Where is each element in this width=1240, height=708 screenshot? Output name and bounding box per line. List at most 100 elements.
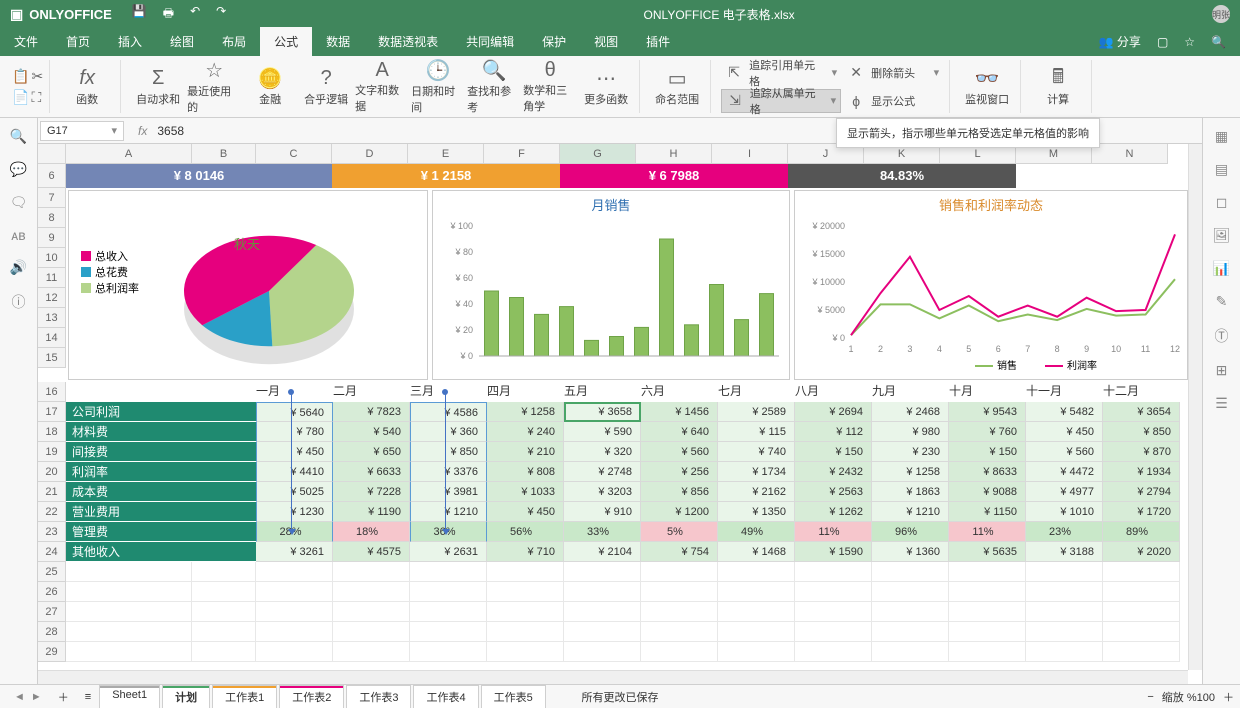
data-cell[interactable]: ¥ 1863 bbox=[872, 482, 949, 502]
about-icon[interactable]: ⓘ bbox=[12, 292, 26, 312]
sheet-tab-计划[interactable]: 计划 bbox=[162, 685, 210, 708]
data-cell[interactable]: ¥ 4586 bbox=[410, 402, 487, 422]
bar-chart[interactable]: 月销售 ¥ 100¥ 80¥ 60¥ 40¥ 20¥ 0 bbox=[432, 190, 790, 380]
logical-button[interactable]: ?合乎逻辑 bbox=[299, 61, 353, 113]
ribbon-tab-保护[interactable]: 保护 bbox=[528, 27, 580, 56]
data-cell[interactable]: ¥ 780 bbox=[256, 422, 333, 442]
data-cell[interactable]: ¥ 2631 bbox=[410, 542, 487, 562]
data-cell[interactable]: ¥ 2563 bbox=[795, 482, 872, 502]
col-header-G[interactable]: G bbox=[560, 144, 636, 164]
sheet-tab-工作表3[interactable]: 工作表3 bbox=[346, 685, 411, 708]
data-cell[interactable]: ¥ 3261 bbox=[256, 542, 333, 562]
insert-function-button[interactable]: fx函数 bbox=[60, 61, 114, 113]
data-cell[interactable]: ¥ 256 bbox=[641, 462, 718, 482]
data-cell[interactable]: ¥ 650 bbox=[333, 442, 410, 462]
find-icon[interactable]: 🔍 bbox=[10, 128, 27, 145]
data-cell[interactable]: 11% bbox=[949, 522, 1026, 542]
sheet-list-button[interactable]: ≡ bbox=[77, 691, 99, 703]
col-header-N[interactable]: N bbox=[1092, 144, 1168, 164]
data-cell[interactable]: ¥ 4410 bbox=[256, 462, 333, 482]
spellcheck-icon[interactable]: ᴀʙ bbox=[11, 227, 25, 243]
cut-icon[interactable]: ✂ bbox=[31, 68, 43, 85]
data-cell[interactable]: 89% bbox=[1103, 522, 1180, 542]
sheet-next-icon[interactable]: ► bbox=[31, 691, 42, 703]
remove-arrows-button[interactable]: ✕删除箭头▾ bbox=[843, 61, 943, 85]
data-cell[interactable]: ¥ 3188 bbox=[1026, 542, 1103, 562]
horizontal-scrollbar[interactable] bbox=[38, 670, 1188, 684]
data-cell[interactable]: ¥ 1210 bbox=[410, 502, 487, 522]
image-settings-icon[interactable]: 🖼 bbox=[1213, 227, 1231, 244]
redo-icon[interactable]: ↷ bbox=[216, 4, 226, 25]
data-cell[interactable]: ¥ 9543 bbox=[949, 402, 1026, 422]
data-cell[interactable]: ¥ 3658 bbox=[564, 402, 641, 422]
data-cell[interactable]: ¥ 1734 bbox=[718, 462, 795, 482]
data-cell[interactable]: ¥ 1258 bbox=[872, 462, 949, 482]
data-cell[interactable]: 18% bbox=[333, 522, 410, 542]
math-button[interactable]: θ数学和三角学 bbox=[523, 61, 577, 113]
chart-settings-icon[interactable]: 📊 bbox=[1213, 260, 1230, 277]
data-cell[interactable]: ¥ 7228 bbox=[333, 482, 410, 502]
col-header-E[interactable]: E bbox=[408, 144, 484, 164]
data-cell[interactable]: ¥ 710 bbox=[487, 542, 564, 562]
share-button[interactable]: 👥 分享 bbox=[1099, 33, 1141, 50]
data-cell[interactable]: ¥ 1033 bbox=[487, 482, 564, 502]
pie-chart[interactable]: 秋天总收入总花费总利润率 bbox=[68, 190, 428, 380]
sheet-tab-工作表1[interactable]: 工作表1 bbox=[212, 685, 277, 708]
sheet-tab-工作表2[interactable]: 工作表2 bbox=[279, 685, 344, 708]
favorite-icon[interactable]: ☆ bbox=[1184, 35, 1195, 49]
sheet-tab-工作表4[interactable]: 工作表4 bbox=[413, 685, 478, 708]
spreadsheet-grid[interactable]: ABCDEFGHIJKLMN 6 ¥ 8 0146¥ 1 2158¥ 6 798… bbox=[38, 144, 1202, 684]
data-cell[interactable]: ¥ 1230 bbox=[256, 502, 333, 522]
data-cell[interactable]: ¥ 4977 bbox=[1026, 482, 1103, 502]
data-cell[interactable]: ¥ 1190 bbox=[333, 502, 410, 522]
watch-window-button[interactable]: 👓监视窗口 bbox=[960, 61, 1014, 113]
name-box[interactable]: G17▾ bbox=[40, 121, 124, 141]
add-sheet-button[interactable]: ＋ bbox=[50, 689, 77, 705]
fx-icon[interactable]: fx bbox=[132, 124, 153, 138]
open-location-icon[interactable]: ▢ bbox=[1157, 35, 1168, 49]
data-cell[interactable]: ¥ 1200 bbox=[641, 502, 718, 522]
comments-icon[interactable]: 💬 bbox=[10, 161, 27, 178]
text-button[interactable]: A文字和数据 bbox=[355, 61, 409, 113]
name-range-button[interactable]: ▭命名范围 bbox=[650, 61, 704, 113]
pivot-settings-icon[interactable]: ⊞ bbox=[1216, 362, 1228, 379]
sheet-tab-工作表5[interactable]: 工作表5 bbox=[481, 685, 546, 708]
data-cell[interactable]: ¥ 740 bbox=[718, 442, 795, 462]
ribbon-tab-数据[interactable]: 数据 bbox=[312, 27, 364, 56]
data-cell[interactable]: ¥ 2468 bbox=[872, 402, 949, 422]
data-cell[interactable]: ¥ 5635 bbox=[949, 542, 1026, 562]
data-cell[interactable]: ¥ 1934 bbox=[1103, 462, 1180, 482]
ribbon-tab-文件[interactable]: 文件 bbox=[0, 27, 52, 56]
financial-button[interactable]: 🪙金融 bbox=[243, 61, 297, 113]
data-cell[interactable]: ¥ 240 bbox=[487, 422, 564, 442]
data-cell[interactable]: ¥ 3654 bbox=[1103, 402, 1180, 422]
zoom-in-icon[interactable]: ＋ bbox=[1223, 689, 1234, 705]
slicer-settings-icon[interactable]: ☰ bbox=[1215, 395, 1228, 412]
ribbon-tab-绘图[interactable]: 绘图 bbox=[156, 27, 208, 56]
col-header-C[interactable]: C bbox=[256, 144, 332, 164]
data-cell[interactable]: ¥ 1720 bbox=[1103, 502, 1180, 522]
ribbon-tab-共同编辑[interactable]: 共同编辑 bbox=[452, 27, 528, 56]
data-cell[interactable]: 56% bbox=[487, 522, 564, 542]
data-cell[interactable]: ¥ 870 bbox=[1103, 442, 1180, 462]
autosum-button[interactable]: Σ自动求和 bbox=[131, 61, 185, 113]
data-cell[interactable]: ¥ 210 bbox=[487, 442, 564, 462]
ribbon-tab-首页[interactable]: 首页 bbox=[52, 27, 104, 56]
data-cell[interactable]: ¥ 754 bbox=[641, 542, 718, 562]
data-cell[interactable]: ¥ 450 bbox=[256, 442, 333, 462]
data-cell[interactable]: ¥ 5482 bbox=[1026, 402, 1103, 422]
data-cell[interactable]: ¥ 1262 bbox=[795, 502, 872, 522]
col-header-D[interactable]: D bbox=[332, 144, 408, 164]
data-cell[interactable]: ¥ 980 bbox=[872, 422, 949, 442]
data-cell[interactable]: ¥ 1350 bbox=[718, 502, 795, 522]
data-cell[interactable]: ¥ 150 bbox=[795, 442, 872, 462]
data-cell[interactable]: ¥ 5640 bbox=[256, 402, 333, 422]
data-cell[interactable]: ¥ 910 bbox=[564, 502, 641, 522]
chat-icon[interactable]: 🗨 bbox=[10, 194, 28, 211]
data-cell[interactable]: ¥ 2694 bbox=[795, 402, 872, 422]
data-cell[interactable]: ¥ 850 bbox=[1103, 422, 1180, 442]
data-cell[interactable]: 96% bbox=[872, 522, 949, 542]
paste-icon[interactable]: 📄 bbox=[12, 89, 29, 106]
data-cell[interactable]: ¥ 3203 bbox=[564, 482, 641, 502]
sheet-prev-icon[interactable]: ◄ bbox=[14, 691, 25, 703]
